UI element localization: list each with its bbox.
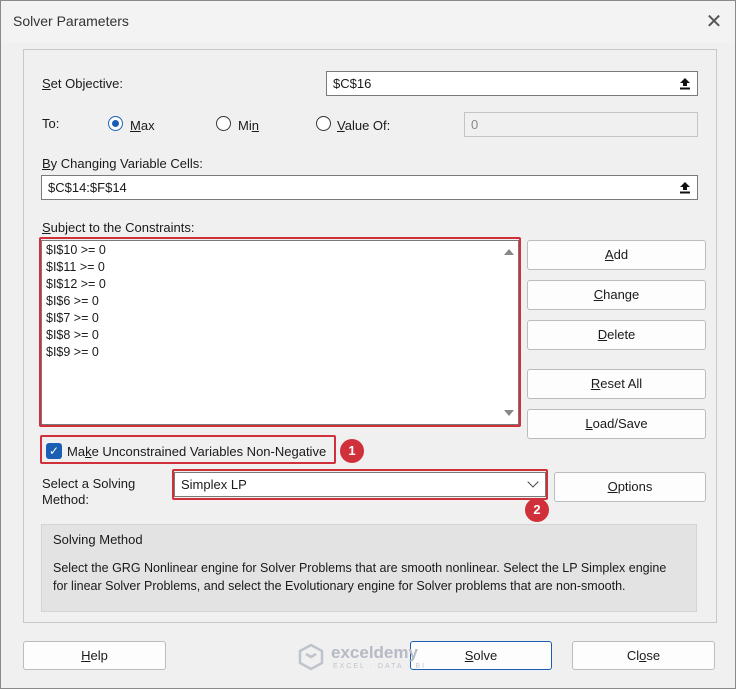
method-highlight-box bbox=[172, 469, 548, 500]
value-of-input[interactable]: 0 bbox=[464, 112, 698, 137]
solving-method-label: Select a Solving Method: bbox=[42, 476, 136, 507]
change-button[interactable]: Change bbox=[527, 280, 706, 310]
window-title: Solver Parameters bbox=[13, 13, 129, 29]
value-of-radio[interactable] bbox=[316, 116, 331, 131]
watermark-subtitle: EXCEL · DATA · BI bbox=[333, 663, 426, 670]
delete-button[interactable]: Delete bbox=[527, 320, 706, 350]
load-save-button[interactable]: Load/Save bbox=[527, 409, 706, 439]
solving-method-description: Select the GRG Nonlinear engine for Solv… bbox=[53, 561, 667, 593]
changing-cells-label: By Changing Variable Cells: bbox=[42, 156, 203, 171]
reset-all-button[interactable]: Reset All bbox=[527, 369, 706, 399]
exceldemy-logo-icon bbox=[298, 643, 324, 671]
solving-method-title: Solving Method bbox=[53, 532, 143, 547]
step-badge-1: 1 bbox=[340, 439, 364, 463]
solver-parameters-dialog: Solver Parameters ✕ Set Objective: $C$16… bbox=[0, 0, 736, 689]
solving-method-description-box: Solving Method Select the GRG Nonlinear … bbox=[41, 524, 697, 612]
add-button[interactable]: Add bbox=[527, 240, 706, 270]
set-objective-input[interactable]: $C$16 bbox=[326, 71, 698, 96]
step-badge-2: 2 bbox=[525, 498, 549, 522]
min-radio[interactable] bbox=[216, 116, 231, 131]
collapse-dialog-icon[interactable] bbox=[673, 72, 697, 95]
watermark-name: exceldemy bbox=[331, 643, 418, 662]
set-objective-label: Set Objective: bbox=[42, 76, 123, 91]
options-button[interactable]: Options bbox=[554, 472, 706, 502]
constraints-label: Subject to the Constraints: bbox=[42, 220, 195, 235]
constraints-highlight-box bbox=[39, 237, 521, 427]
solve-button[interactable]: Solve bbox=[410, 641, 552, 670]
changing-cells-input[interactable]: $C$14:$F$14 bbox=[41, 175, 698, 200]
nonnegative-highlight-box bbox=[40, 435, 336, 464]
close-icon[interactable]: ✕ bbox=[701, 9, 727, 35]
collapse-dialog-icon[interactable] bbox=[673, 176, 697, 199]
to-label: To: bbox=[42, 116, 60, 131]
max-radio[interactable] bbox=[108, 116, 123, 131]
help-button[interactable]: Help bbox=[23, 641, 166, 670]
min-label[interactable]: Min bbox=[238, 118, 259, 133]
value-of-label[interactable]: Value Of: bbox=[337, 118, 390, 133]
exceldemy-watermark: exceldemy EXCEL · DATA · BI bbox=[297, 643, 424, 674]
title-bar: Solver Parameters ✕ bbox=[1, 1, 735, 43]
parameters-panel: Set Objective: $C$16 To: Max Min Value O… bbox=[23, 49, 717, 623]
max-label[interactable]: Max bbox=[130, 118, 155, 133]
close-button[interactable]: Close bbox=[572, 641, 715, 670]
